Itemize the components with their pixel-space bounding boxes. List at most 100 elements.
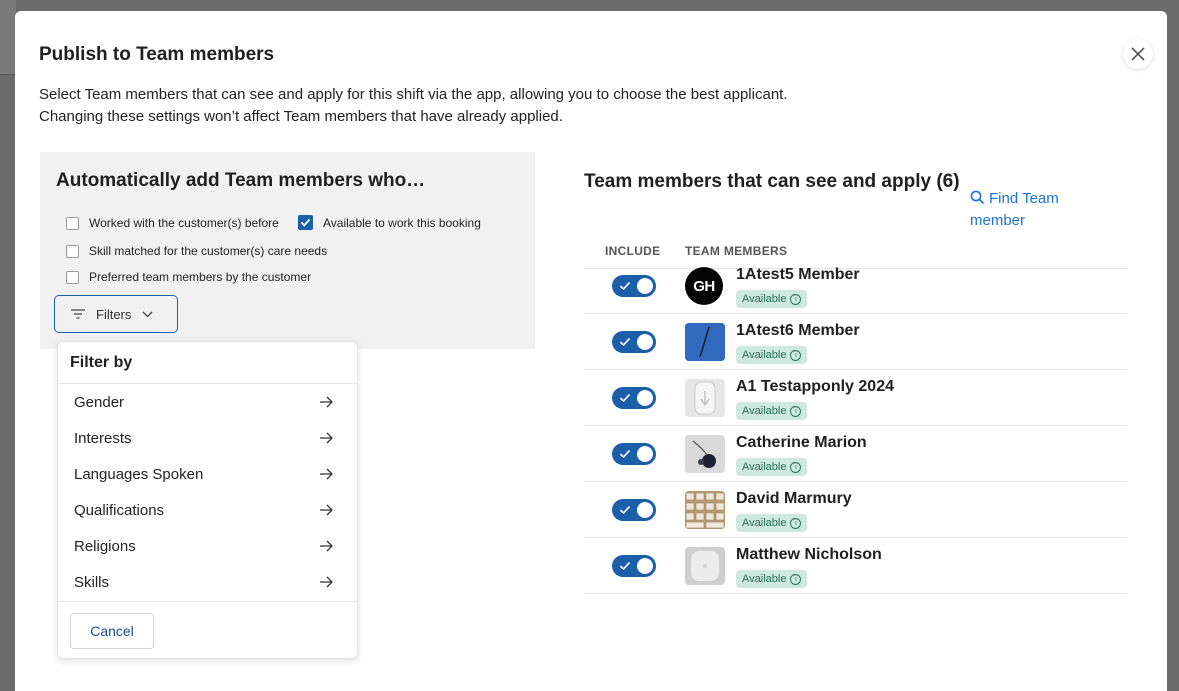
arrow-right-icon — [320, 540, 333, 552]
toggle-knob — [637, 446, 653, 462]
status-badge: Available i — [736, 346, 808, 364]
filters-button[interactable]: Filters — [54, 295, 178, 333]
filter-item-religions[interactable]: Religions — [58, 528, 357, 564]
arrow-right-icon — [320, 504, 333, 516]
info-icon[interactable]: i — [790, 293, 802, 305]
avatar-image — [685, 435, 725, 473]
include-toggle[interactable] — [612, 275, 656, 297]
column-header-include: INCLUDE — [605, 244, 661, 258]
filter-item-label: Gender — [74, 393, 125, 411]
avatar: GH — [685, 267, 723, 305]
status-badge: Available i — [736, 290, 808, 308]
close-button[interactable] — [1123, 39, 1153, 69]
search-icon — [970, 190, 985, 205]
member-name: A1 Testapponly 2024 — [736, 378, 894, 395]
filter-dropdown-footer: Cancel — [58, 601, 357, 659]
check-icon — [619, 337, 631, 347]
option-worked-with-customer[interactable]: Worked with the customer(s) before — [66, 216, 279, 230]
background-page — [0, 0, 16, 75]
status-label: Available — [742, 405, 787, 417]
filter-lines-icon — [71, 309, 85, 319]
filter-item-label: Religions — [74, 537, 136, 555]
filter-item-label: Skills — [74, 573, 110, 591]
option-preferred-members[interactable]: Preferred team members by the customer — [66, 270, 311, 284]
status-label: Available — [742, 517, 787, 529]
option-label: Available to work this booking — [323, 215, 481, 230]
filter-item-gender[interactable]: Gender — [58, 384, 357, 420]
include-toggle[interactable] — [612, 443, 656, 465]
include-toggle[interactable] — [612, 331, 656, 353]
member-name: 1Atest5 Member — [736, 266, 860, 283]
info-icon[interactable]: i — [790, 517, 802, 529]
toggle-knob — [637, 502, 653, 518]
info-icon[interactable]: i — [790, 461, 802, 473]
description-line-1: Select Team members that can see and app… — [39, 86, 788, 103]
status-badge: Available i — [736, 570, 808, 588]
check-icon — [619, 393, 631, 403]
checkbox-available-to-work[interactable] — [298, 215, 313, 230]
find-team-member-link[interactable]: Find Team member — [970, 188, 1100, 232]
check-icon — [619, 449, 631, 459]
filter-item-label: Languages Spoken — [74, 465, 204, 483]
table-row: GH 1Atest5 Member Available i — [584, 258, 1127, 314]
member-name: Matthew Nicholson — [736, 546, 882, 563]
check-icon — [619, 281, 631, 291]
publish-modal: Publish to Team members Select Team memb… — [15, 11, 1167, 691]
avatar — [685, 323, 725, 361]
avatar — [685, 435, 725, 473]
info-icon[interactable]: i — [790, 405, 802, 417]
check-icon — [619, 561, 631, 571]
table-row: David Marmury Available i — [584, 482, 1127, 538]
info-icon[interactable]: i — [790, 573, 802, 585]
avatar-image — [685, 547, 725, 585]
member-name: David Marmury — [736, 490, 852, 507]
filter-dropdown: Filter by Gender Interests Languages Spo… — [57, 341, 358, 659]
filter-dropdown-heading: Filter by — [58, 342, 357, 384]
toggle-knob — [637, 390, 653, 406]
table-row: A1 Testapponly 2024 Available i — [584, 370, 1127, 426]
option-label: Preferred team members by the customer — [89, 270, 312, 284]
info-icon[interactable]: i — [790, 349, 802, 361]
cancel-button[interactable]: Cancel — [70, 613, 154, 649]
auto-add-panel: Automatically add Team members who… Work… — [40, 152, 535, 349]
status-badge: Available i — [736, 402, 808, 420]
team-members-title: Team members that can see and apply (6) — [584, 171, 960, 192]
status-badge: Available i — [736, 458, 808, 476]
arrow-right-icon — [320, 396, 333, 408]
filter-item-label: Interests — [74, 429, 132, 447]
avatar-image — [685, 491, 725, 529]
option-available-to-work[interactable]: Available to work this booking — [298, 215, 481, 230]
chevron-down-icon — [142, 311, 153, 317]
include-toggle[interactable] — [612, 555, 656, 577]
include-toggle[interactable] — [612, 499, 656, 521]
filter-item-skills[interactable]: Skills — [58, 564, 357, 600]
column-header-team-members: TEAM MEMBERS — [685, 244, 788, 258]
include-toggle[interactable] — [612, 387, 656, 409]
status-label: Available — [742, 349, 787, 361]
avatar — [685, 491, 725, 529]
table-row: Catherine Marion Available i — [584, 426, 1127, 482]
arrow-right-icon — [320, 432, 333, 444]
option-label: Skill matched for the customer(s) care n… — [89, 244, 328, 258]
toggle-knob — [637, 334, 653, 350]
option-label: Worked with the customer(s) before — [89, 216, 279, 230]
checkmark-icon — [300, 218, 311, 227]
status-label: Available — [742, 573, 787, 585]
filter-item-qualifications[interactable]: Qualifications — [58, 492, 357, 528]
table-row: 1Atest6 Member Available i — [584, 314, 1127, 370]
member-name: 1Atest6 Member — [736, 322, 860, 339]
filter-item-label: Qualifications — [74, 501, 165, 519]
filter-item-languages[interactable]: Languages Spoken — [58, 456, 357, 492]
avatar — [685, 379, 725, 417]
checkbox-preferred-members[interactable] — [66, 270, 79, 284]
close-icon — [1131, 47, 1145, 61]
checkbox-worked-with-customer[interactable] — [66, 216, 79, 230]
filter-list: Gender Interests Languages Spoken Qualif… — [58, 384, 357, 600]
checkbox-skill-matched[interactable] — [66, 244, 79, 258]
option-skill-matched[interactable]: Skill matched for the customer(s) care n… — [66, 244, 327, 258]
auto-add-title: Automatically add Team members who… — [56, 170, 426, 191]
status-label: Available — [742, 293, 787, 305]
modal-description: Select Team members that can see and app… — [39, 84, 788, 128]
modal-title: Publish to Team members — [39, 44, 275, 65]
filter-item-interests[interactable]: Interests — [58, 420, 357, 456]
